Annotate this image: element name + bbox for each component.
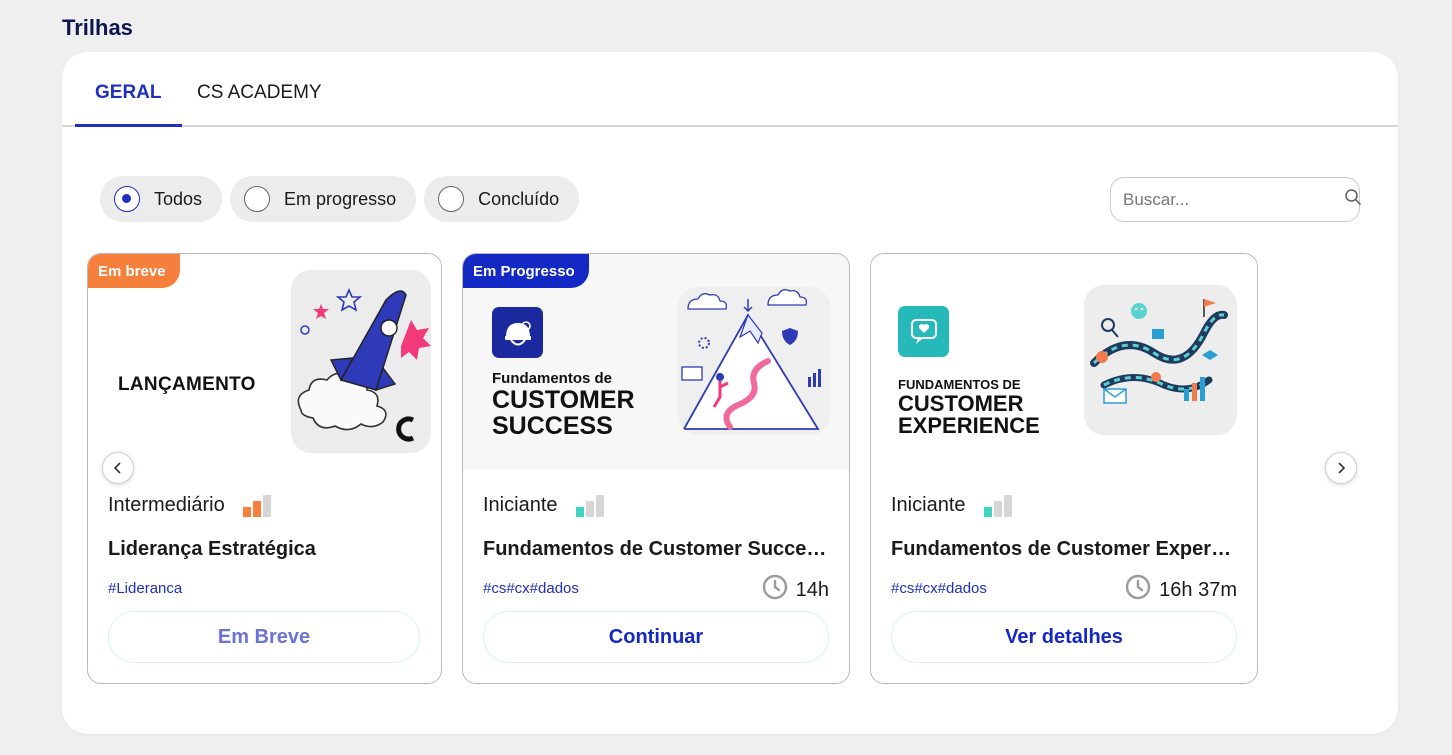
rocket-illustration — [291, 270, 431, 453]
trail-card[interactable]: FUNDAMENTOS DE CUSTOMER EXPERIENCE Inici… — [870, 253, 1258, 684]
tab-bar: GERAL CS ACADEMY — [62, 52, 1398, 127]
chevron-left-icon — [113, 462, 121, 474]
trails-panel: GERAL CS ACADEMY Todos Em progresso Conc… — [62, 52, 1398, 734]
filter-label: Concluído — [478, 188, 560, 209]
difficulty-level: Iniciante — [891, 494, 1012, 517]
tab-geral[interactable]: GERAL — [75, 82, 181, 127]
chat-heart-logo-icon — [898, 306, 949, 357]
banner-title-line: CUSTOMER — [492, 386, 635, 414]
level-label: Intermediário — [108, 494, 225, 516]
radio-icon — [438, 186, 465, 212]
carousel-next-button[interactable] — [1325, 452, 1357, 484]
card-title: Fundamentos de Customer Success — [483, 538, 828, 560]
card-banner: Em breve LANÇAMENTO — [88, 254, 441, 469]
card-tags[interactable]: #cs#cx#dados — [483, 580, 579, 597]
filter-label: Em progresso — [284, 188, 397, 209]
status-filters: Todos Em progresso Concluído — [100, 176, 580, 222]
filter-concluido[interactable]: Concluído — [424, 176, 580, 222]
coming-soon-button[interactable]: Em Breve — [108, 611, 420, 663]
difficulty-level: Intermediário — [108, 494, 271, 517]
banner-title-line: EXPERIENCE — [898, 413, 1040, 438]
level-label: Iniciante — [483, 494, 558, 516]
card-tags[interactable]: #cs#cx#dados — [891, 580, 987, 597]
filter-label: Todos — [154, 188, 203, 209]
status-badge: Em Progresso — [463, 254, 589, 288]
difficulty-level: Iniciante — [483, 494, 604, 517]
trail-card[interactable]: Em Progresso Fundamentos de CUSTOMER SUC… — [462, 253, 850, 684]
duration-value: 14h — [795, 578, 829, 601]
continue-button[interactable]: Continuar — [483, 611, 829, 663]
card-title: Fundamentos de Customer Experience — [891, 538, 1236, 560]
search-input[interactable] — [1123, 189, 1344, 210]
filter-em-progresso[interactable]: Em progresso — [230, 176, 417, 222]
card-title: Liderança Estratégica — [108, 538, 316, 560]
level-bars-icon — [242, 494, 271, 517]
mountain-illustration — [678, 287, 830, 435]
level-label: Iniciante — [891, 494, 966, 516]
radio-selected-icon — [114, 186, 140, 212]
banner-title-line: SUCCESS — [492, 412, 613, 440]
level-bars-icon — [575, 494, 604, 517]
card-duration: 16h 37m — [1125, 574, 1237, 606]
duration-value: 16h 37m — [1159, 578, 1237, 601]
carousel-prev-button[interactable] — [102, 452, 134, 484]
filter-todos[interactable]: Todos — [100, 176, 223, 222]
banner-subtitle: Fundamentos de — [492, 370, 613, 387]
search-box — [1110, 177, 1362, 222]
section-title: Trilhas — [62, 15, 133, 40]
card-banner: Em Progresso Fundamentos de CUSTOMER SUC… — [463, 254, 849, 469]
clock-icon — [762, 574, 788, 606]
chevron-right-icon — [1338, 462, 1346, 474]
card-duration: 14h — [762, 574, 829, 606]
clock-icon — [1125, 574, 1151, 606]
banner-title: LANÇAMENTO — [118, 374, 256, 395]
status-badge: Em breve — [88, 254, 180, 288]
journey-illustration — [1084, 285, 1237, 435]
search-icon[interactable] — [1344, 188, 1362, 211]
helmet-logo-icon — [492, 307, 543, 358]
radio-icon — [244, 186, 271, 212]
card-banner: FUNDAMENTOS DE CUSTOMER EXPERIENCE — [871, 254, 1257, 469]
card-tags[interactable]: #Lideranca — [108, 580, 182, 597]
view-details-button[interactable]: Ver detalhes — [891, 611, 1237, 663]
tab-cs-academy[interactable]: CS ACADEMY — [197, 82, 322, 104]
level-bars-icon — [983, 494, 1012, 517]
banner-subtitle: FUNDAMENTOS DE — [898, 377, 1021, 392]
trail-card[interactable]: Em breve LANÇAMENTO Intermediário Lidera… — [87, 253, 442, 684]
banner-title-line: CUSTOMER — [898, 391, 1024, 416]
